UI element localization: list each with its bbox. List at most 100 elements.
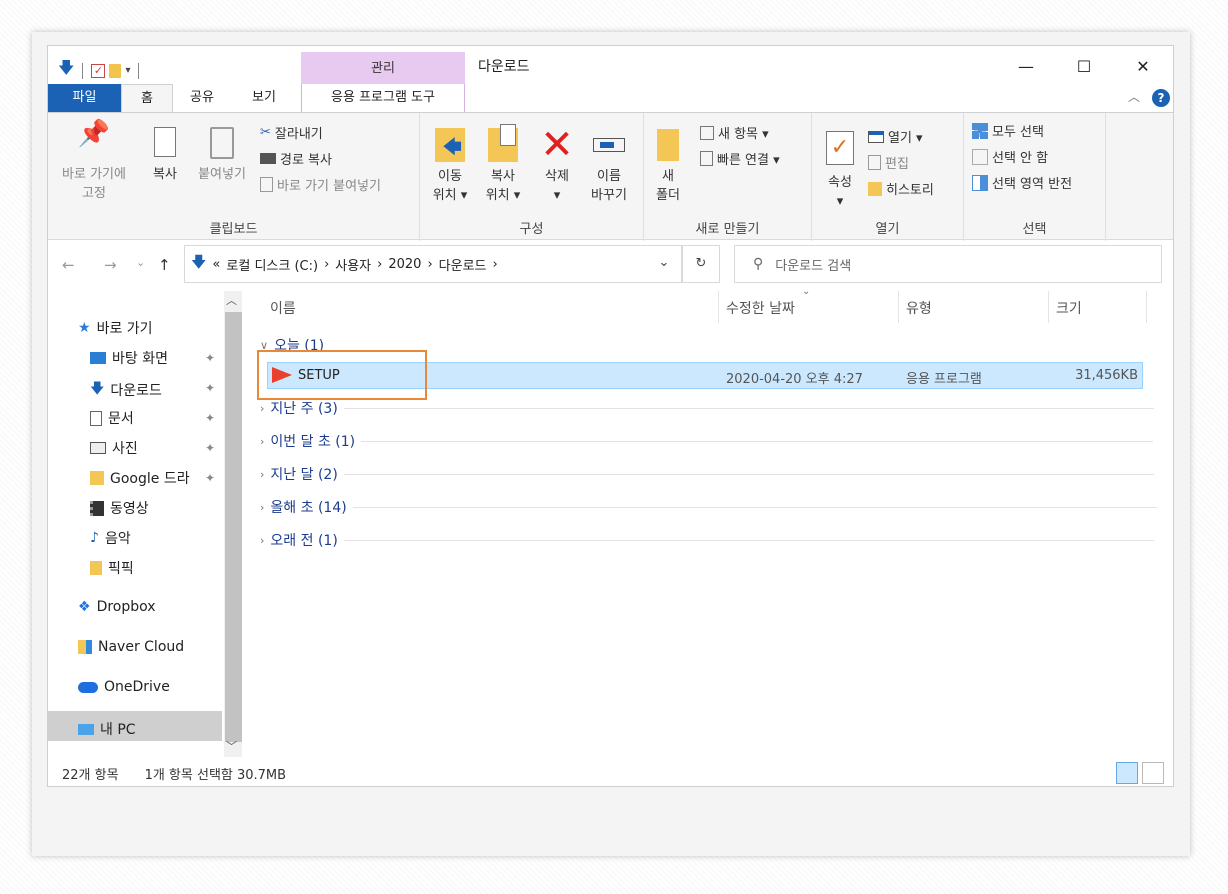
edit-button[interactable]: 편집 [868,153,909,172]
address-dropdown-icon[interactable]: ⌄ [646,245,682,283]
breadcrumb-users[interactable]: 사용자 [335,255,371,274]
column-type[interactable]: 유형 [906,298,932,318]
folder-icon[interactable] [109,63,122,78]
column-name[interactable]: 이름 [270,298,296,318]
pin-quick-access-button[interactable]: 📌 바로 가기에 고정 [54,121,134,203]
invert-selection-button[interactable]: 선택 영역 반전 [972,173,1072,192]
nav-item-picpick[interactable]: 픽픽 [90,558,134,578]
column-divider[interactable] [898,291,899,323]
search-box[interactable]: ⚲ 다운로드 검색 [734,245,1162,283]
breadcrumb-2020[interactable]: 2020 [388,257,421,272]
select-group: 모두 선택 선택 안 함 선택 영역 반전 선택 [964,113,1106,241]
selection-info: 1개 항목 선택함 30.7MB [144,768,287,783]
large-icons-view-icon[interactable] [1142,762,1164,784]
properties-button[interactable]: ✓ 속성 ▾ [820,123,860,211]
copy-to-button[interactable]: 복사 위치 ▾ [478,123,528,205]
tab-app-tools[interactable]: 응용 프로그램 도구 [301,84,465,112]
history-button[interactable]: 히스토리 [868,179,934,198]
nav-item-documents[interactable]: 문서 [90,408,134,428]
pin-icon[interactable]: ✦ [205,411,215,425]
delete-button[interactable]: ✕ 삭제 ▾ [534,123,580,205]
copy-folder-icon [478,123,528,167]
new-folder-button[interactable]: 새 폴더 [650,123,686,205]
recent-locations-icon[interactable]: ⌄ [136,256,145,269]
pin-icon[interactable]: ✦ [205,471,215,485]
paste-shortcut-button[interactable]: 바로 가기 붙여넣기 [260,175,381,194]
nav-item-music[interactable]: ♪ 음악 [90,528,131,548]
new-item-button[interactable]: 새 항목 ▾ [700,123,769,142]
maximize-button[interactable]: ☐ [1061,52,1107,82]
item-count: 22개 항목 [62,768,119,783]
pin-icon[interactable]: ✦ [205,351,215,365]
column-divider[interactable] [1146,291,1147,323]
breadcrumb-overflow[interactable]: « [212,257,220,272]
group-earlier-this-year[interactable]: › 올해 초 (14) [260,497,1157,517]
forward-arrow-icon[interactable]: → [104,256,117,274]
nav-item-desktop[interactable]: 바탕 화면 [90,348,168,368]
back-arrow-icon[interactable]: ← [62,256,75,274]
file-name-cell[interactable]: SETUP [272,367,340,383]
rename-button[interactable]: 이름 바꾸기 [584,123,634,205]
tab-view[interactable]: 보기 [240,84,288,112]
breadcrumb-local-disk[interactable]: 로컬 디스크 (C:) [226,255,318,274]
move-to-button[interactable]: 🡄 이동 위치 ▾ [426,123,474,205]
breadcrumb-downloads[interactable]: 다운로드 [439,255,487,274]
cut-button[interactable]: ✂ 잘라내기 [260,123,323,142]
group-last-month[interactable]: › 지난 달 (2) [260,464,1154,484]
properties-icon: ✓ [820,123,860,173]
column-divider[interactable] [1048,291,1049,323]
tab-home[interactable]: 홈 [121,84,173,112]
new-item-icon [700,125,714,140]
nav-item-google-drive[interactable]: Google 드라 [90,468,190,488]
down-arrow-icon[interactable]: 🡇 [58,57,74,84]
open-button[interactable]: 열기 ▾ [868,127,923,146]
tab-share[interactable]: 공유 [178,84,226,112]
paste-button[interactable]: 붙여넣기 [190,125,254,184]
nav-naver-cloud[interactable]: Naver Cloud [78,639,184,655]
group-earlier-this-month[interactable]: › 이번 달 초 (1) [260,431,1154,451]
nav-dropbox[interactable]: ❖ Dropbox [78,599,156,615]
tab-file[interactable]: 파일 [48,84,121,112]
nav-onedrive[interactable]: OneDrive [78,679,170,695]
chevron-right-icon: › [260,401,265,415]
ribbon-tabs: 파일 홈 공유 보기 응용 프로그램 도구 ︿ ? [48,84,1173,112]
help-icon[interactable]: ? [1152,89,1170,107]
properties-check-icon[interactable]: ✓ [91,63,106,78]
nav-item-pictures[interactable]: 사진 [90,438,138,458]
nav-scrollbar-thumb[interactable] [225,312,242,742]
close-button[interactable]: ✕ [1120,52,1166,82]
select-all-button[interactable]: 모두 선택 [972,121,1044,140]
group-last-week[interactable]: › 지난 주 (3) [260,398,1154,418]
refresh-button[interactable]: ↻ [682,245,720,283]
nav-this-pc[interactable]: 내 PC [78,719,136,739]
search-input[interactable]: 다운로드 검색 [775,255,851,274]
minimize-button[interactable]: — [1003,52,1049,82]
breadcrumb-separator: › [324,256,330,272]
copy-path-button[interactable]: 경로 복사 [260,149,332,168]
pin-icon[interactable]: ✦ [205,381,215,395]
document-icon [90,410,102,426]
easy-access-button[interactable]: 빠른 연결 ▾ [700,149,780,168]
copy-button[interactable]: 복사 [142,125,188,184]
column-date-modified[interactable]: 수정한 날짜 [726,298,795,318]
customize-qat-icon[interactable]: ▾ [125,65,130,76]
collapse-ribbon-icon[interactable]: ︿ [1124,84,1144,112]
column-divider[interactable] [718,291,719,323]
nav-item-downloads[interactable]: 🡇 다운로드 [90,378,162,402]
column-size[interactable]: 크기 [1056,298,1082,318]
group-long-ago[interactable]: › 오래 전 (1) [260,530,1154,550]
address-bar[interactable]: 🡇 « 로컬 디스크 (C:) › 사용자 › 2020 › 다운로드 › [184,245,682,283]
select-none-button[interactable]: 선택 안 함 [972,147,1048,166]
group-divider [343,473,1154,475]
group-divider [352,506,1157,508]
scroll-up-icon[interactable]: ︿ [226,292,237,308]
up-arrow-icon[interactable]: ↑ [158,256,171,274]
pictures-icon [90,442,106,454]
edit-icon [868,155,881,170]
details-view-icon[interactable] [1116,762,1138,784]
nav-quick-access[interactable]: ★ 바로 가기 [78,318,153,338]
pin-icon[interactable]: ✦ [205,441,215,455]
nav-item-videos[interactable]: 동영상 [90,498,149,518]
sort-indicator-icon: ⌄ [802,286,811,297]
scroll-down-icon[interactable]: ﹀ [226,738,237,754]
